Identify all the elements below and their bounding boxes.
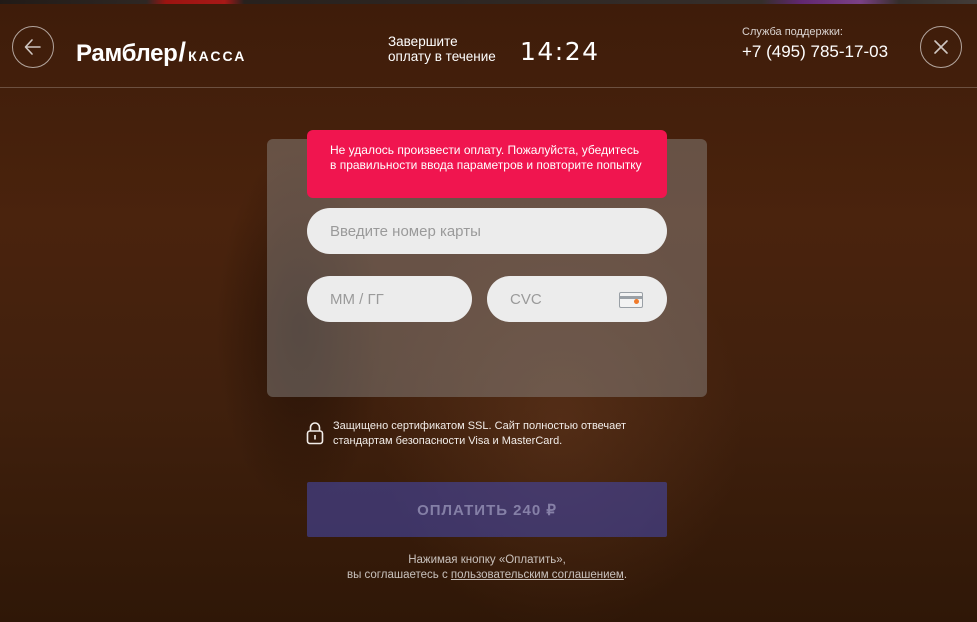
error-message: Не удалось произвести оплату. Пожалуйста… xyxy=(307,130,667,198)
header: Рамблер / КАССА Завершите оплату в течен… xyxy=(0,4,977,88)
support-label: Служба поддержки: xyxy=(742,26,843,38)
logo[interactable]: Рамблер / КАССА xyxy=(76,37,246,68)
agreement-line1: Нажимая кнопку «Оплатить», xyxy=(408,554,566,566)
agreement-line2: вы соглашаетесь с пользовательским согла… xyxy=(287,568,687,583)
logo-main: Рамблер xyxy=(76,40,178,67)
close-button[interactable] xyxy=(920,26,962,68)
agreement-notice: Нажимая кнопку «Оплатить», вы соглашаете… xyxy=(287,553,687,583)
pay-button[interactable]: ОПЛАТИТЬ 240 ₽ xyxy=(307,482,667,537)
credit-card-icon xyxy=(619,292,643,308)
agreement-prefix: вы соглашаетесь с xyxy=(346,569,451,581)
timer-value: 14:24 xyxy=(520,37,600,66)
lock-icon xyxy=(306,422,324,445)
user-agreement-link[interactable]: пользовательским соглашением xyxy=(451,569,624,581)
arrow-left-icon xyxy=(24,39,41,55)
ssl-notice: Защищено сертификатом SSL. Сайт полность… xyxy=(333,420,627,447)
card-number-input[interactable] xyxy=(307,208,667,254)
support-phone[interactable]: +7 (495) 785-17-03 xyxy=(742,42,888,62)
timer-label-line2: оплату в течение xyxy=(388,49,496,64)
timer-label-line1: Завершите xyxy=(388,34,458,49)
close-icon xyxy=(934,40,948,54)
back-button[interactable] xyxy=(12,26,54,68)
logo-slash: / xyxy=(178,37,187,67)
expiry-input[interactable] xyxy=(307,276,472,322)
logo-sub: КАССА xyxy=(188,48,247,64)
timer-label: Завершите оплату в течение xyxy=(388,34,518,64)
agreement-suffix: . xyxy=(623,569,628,581)
